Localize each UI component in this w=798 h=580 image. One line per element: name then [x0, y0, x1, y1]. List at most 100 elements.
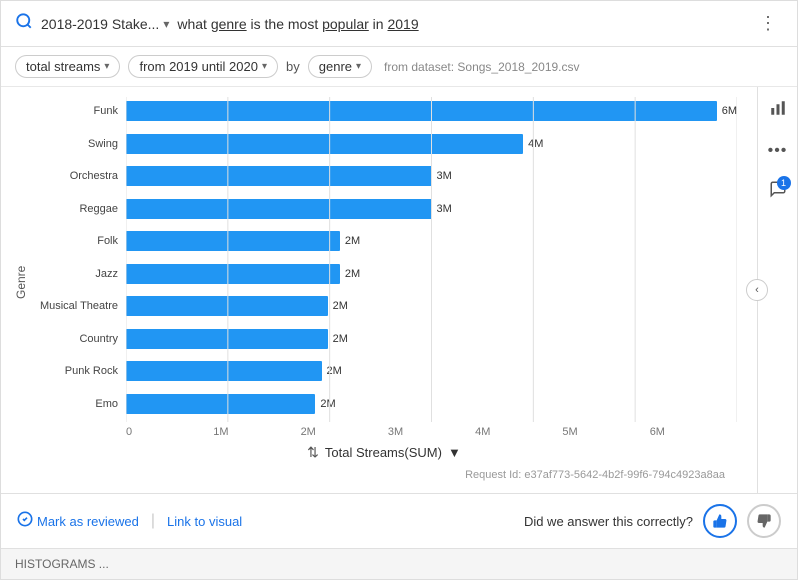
by-label: by: [286, 59, 300, 74]
more-options-side-icon[interactable]: •••: [764, 138, 792, 164]
bar-track: 3M: [126, 166, 737, 186]
mark-reviewed-link[interactable]: Mark as reviewed: [37, 514, 139, 529]
bar-track: 6M: [126, 101, 737, 121]
bar-fill: [126, 199, 432, 219]
breadcrumb: 2018-2019 Stake... ▾: [41, 16, 169, 32]
main-container: 2018-2019 Stake... ▾ what genre is the m…: [0, 0, 798, 580]
sort-label[interactable]: ⇅ Total Streams(SUM) ▼: [31, 438, 737, 467]
bar-fill: [126, 134, 523, 154]
x-tick: 1M: [213, 426, 300, 438]
date-filter[interactable]: from 2019 until 2020 ▾: [128, 55, 278, 78]
check-icon: [17, 511, 33, 532]
question-suffix: in: [369, 16, 388, 32]
sort-icon: ⇅: [307, 444, 319, 461]
table-row: Swing 4M: [31, 130, 737, 158]
bottom-strip: HISTOGRAMS ...: [1, 548, 797, 579]
footer: Mark as reviewed | Link to visual Did we…: [1, 493, 797, 548]
streams-filter[interactable]: total streams ▾: [15, 55, 120, 78]
request-id: Request Id: e37af773-5642-4b2f-99f6-794c…: [11, 467, 737, 483]
table-row: Musical Theatre 2M: [31, 292, 737, 320]
x-tick: 2M: [301, 426, 388, 438]
chart-wrapper: Genre Funk6MSwing4MOrchestra3MReggae3MFo…: [1, 87, 797, 493]
question-middle: is the most: [247, 16, 322, 32]
bar-fill: [126, 329, 328, 349]
bar-track: 2M: [126, 231, 737, 251]
bar-value: 2M: [320, 398, 335, 410]
table-row: Reggae 3M: [31, 195, 737, 223]
bar-label: Punk Rock: [31, 365, 126, 377]
bar-value: 3M: [437, 170, 452, 182]
collapse-button[interactable]: ‹: [746, 279, 768, 301]
bar-fill: [126, 394, 315, 414]
bar-track: 2M: [126, 329, 737, 349]
header-question: what genre is the most popular in 2019: [177, 16, 745, 32]
table-row: Folk 2M: [31, 227, 737, 255]
question-popular: popular: [322, 16, 369, 32]
bar-fill: [126, 296, 328, 316]
footer-right: Did we answer this correctly?: [524, 504, 781, 538]
bar-fill: [126, 361, 322, 381]
table-row: Orchestra 3M: [31, 162, 737, 190]
x-tick: 4M: [475, 426, 562, 438]
bar-fill: [126, 231, 340, 251]
genre-filter[interactable]: genre ▾: [308, 55, 372, 78]
feedback-question: Did we answer this correctly?: [524, 514, 693, 529]
date-filter-arrow: ▾: [262, 61, 267, 72]
bar-fill: [126, 166, 432, 186]
bar-value: 2M: [327, 365, 342, 377]
bar-value: 4M: [528, 138, 543, 150]
bar-label: Musical Theatre: [31, 300, 126, 312]
x-tick: 3M: [388, 426, 475, 438]
more-options-button[interactable]: ⋮: [753, 11, 783, 36]
filter-bar: total streams ▾ from 2019 until 2020 ▾ b…: [1, 47, 797, 87]
comment-icon[interactable]: 1: [765, 176, 791, 207]
bar-track: 4M: [126, 134, 737, 154]
bar-value: 3M: [437, 203, 452, 215]
bar-label: Orchestra: [31, 170, 126, 182]
question-year: 2019: [387, 16, 418, 32]
chevron-down-icon: ▾: [163, 17, 169, 31]
thumbs-up-button[interactable]: [703, 504, 737, 538]
breadcrumb-title: 2018-2019 Stake...: [41, 16, 159, 32]
bar-label: Funk: [31, 105, 126, 117]
table-row: Country2M: [31, 325, 737, 353]
table-row: Jazz 2M: [31, 260, 737, 288]
bars-area: Funk6MSwing4MOrchestra3MReggae3MFolk2MJa…: [31, 97, 737, 422]
bar-track: 2M: [126, 361, 737, 381]
genre-filter-arrow: ▾: [356, 61, 361, 72]
bar-label: Folk: [31, 235, 126, 247]
genre-filter-label: genre: [319, 59, 352, 74]
link-visual-link[interactable]: Link to visual: [167, 514, 242, 529]
bar-value: 2M: [345, 235, 360, 247]
bar-label: Reggae: [31, 203, 126, 215]
dataset-info: from dataset: Songs_2018_2019.csv: [384, 60, 579, 74]
question-prefix: what: [177, 16, 210, 32]
bar-value: 2M: [333, 300, 348, 312]
sort-text: Total Streams(SUM): [325, 445, 442, 460]
bottom-strip-text: HISTOGRAMS ...: [15, 557, 109, 571]
sort-arrow: ▼: [448, 445, 461, 460]
date-filter-label: from 2019 until 2020: [139, 59, 258, 74]
bar-value: 2M: [345, 268, 360, 280]
bar-fill: [126, 101, 717, 121]
bar-label: Jazz: [31, 268, 126, 280]
thumbs-down-button[interactable]: [747, 504, 781, 538]
table-row: Emo2M: [31, 390, 737, 418]
x-tick: 5M: [562, 426, 649, 438]
chart-plot: Funk6MSwing4MOrchestra3MReggae3MFolk2MJa…: [31, 97, 737, 467]
bar-label: Country: [31, 333, 126, 345]
table-row: Funk 6M: [31, 97, 737, 125]
bar-track: 3M: [126, 199, 737, 219]
bar-track: 2M: [126, 296, 737, 316]
chart-inner: Genre Funk6MSwing4MOrchestra3MReggae3MFo…: [11, 97, 737, 467]
bar-value: 6M: [722, 105, 737, 117]
bar-track: 2M: [126, 264, 737, 284]
question-genre: genre: [211, 16, 247, 32]
side-panel: ‹ ••• 1: [757, 87, 797, 493]
x-tick: 0: [126, 426, 213, 438]
bar-label: Swing: [31, 138, 126, 150]
chart-container: Genre Funk6MSwing4MOrchestra3MReggae3MFo…: [1, 87, 757, 493]
chart-view-icon[interactable]: [765, 95, 791, 126]
streams-filter-arrow: ▾: [104, 61, 109, 72]
bar-fill: [126, 264, 340, 284]
